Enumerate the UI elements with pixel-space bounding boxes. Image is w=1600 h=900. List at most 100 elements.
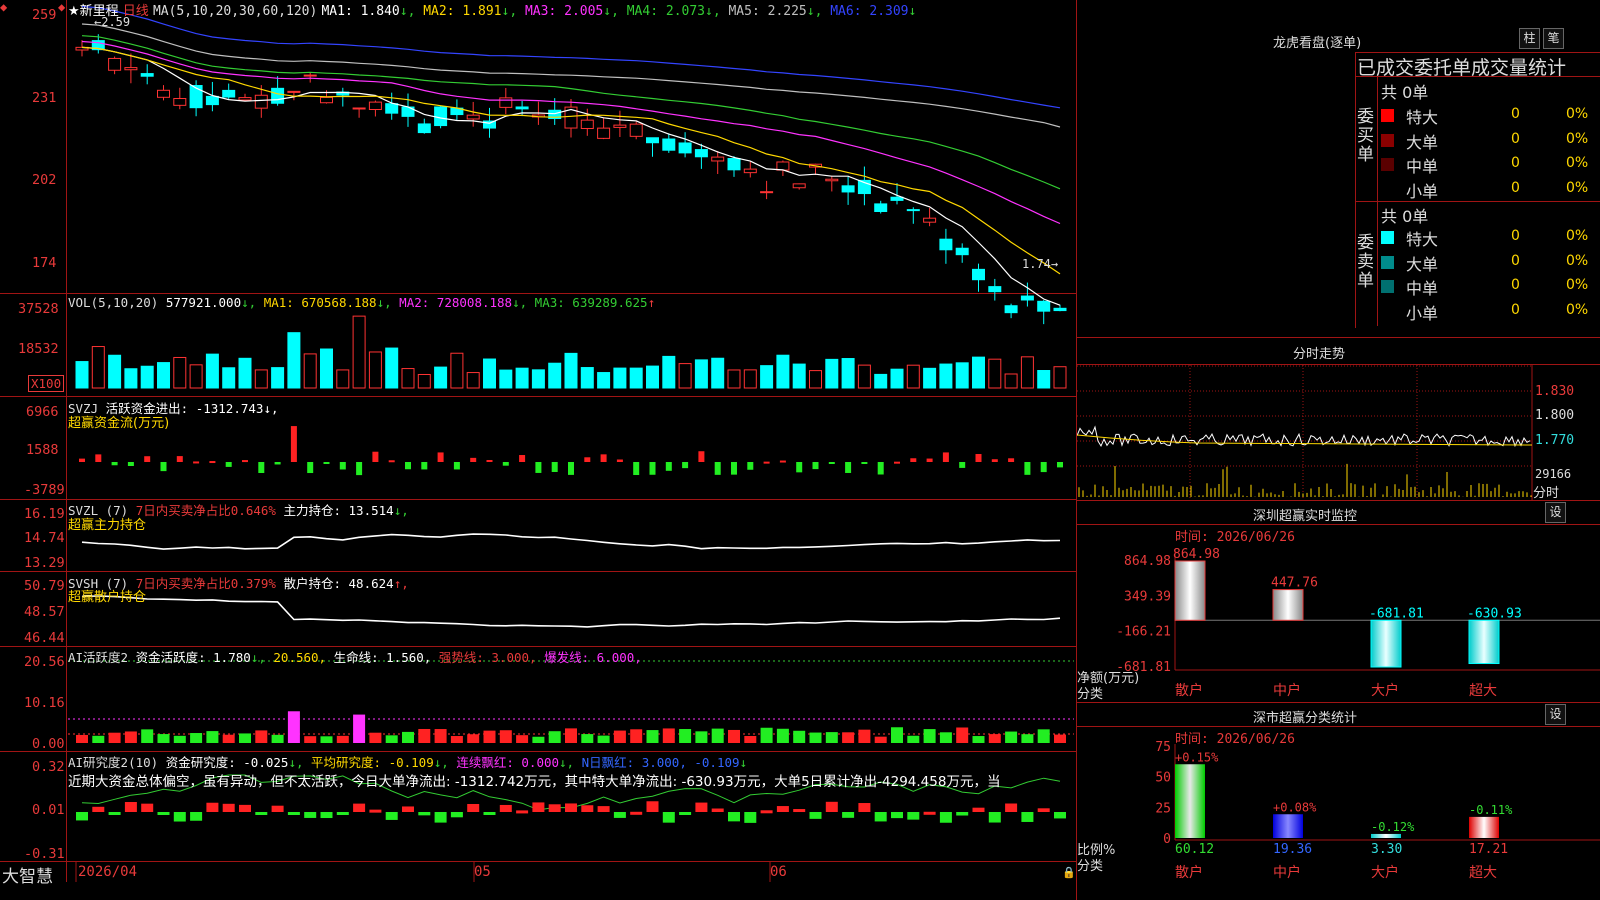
activity-bar	[304, 736, 317, 743]
research-bar	[1037, 808, 1050, 812]
activity-bar	[516, 735, 529, 743]
fund-flow-bar	[910, 458, 917, 462]
ma-value: MA6: 2.309	[822, 4, 909, 19]
candle-body	[743, 168, 757, 174]
y-label: 20.56	[24, 654, 65, 670]
order-count: 0	[1511, 179, 1520, 196]
order-percent: 0%	[1566, 155, 1589, 171]
buy-total: 共 0单	[1381, 83, 1429, 102]
y-label: 50.79	[24, 578, 65, 594]
intraday-chart[interactable]	[1077, 365, 1600, 500]
research-bar	[402, 806, 414, 812]
fund-flow-bar	[812, 462, 819, 470]
high-marker: ←2.59	[94, 15, 131, 29]
fund-flow-bar	[633, 462, 640, 476]
volume-bar	[743, 369, 757, 389]
activity-bar	[483, 730, 496, 743]
candle-body	[173, 98, 187, 106]
kline-charts[interactable]	[0, 0, 1076, 882]
x-label: 05	[474, 864, 491, 880]
fund-flow-bar	[405, 462, 411, 470]
research-bar	[287, 812, 300, 815]
volume-bar	[352, 315, 366, 389]
candle-body	[580, 119, 594, 130]
order-percent: 0%	[1566, 252, 1589, 269]
candle-body	[271, 87, 285, 104]
volume-bar	[874, 373, 888, 389]
volume-bar	[287, 332, 301, 389]
monitor-settings-button[interactable]: 设	[1545, 502, 1566, 523]
sz-monitor-title: 深圳超赢实时监控	[1253, 509, 1358, 524]
volume-bar	[1004, 373, 1018, 389]
research-bar	[809, 812, 822, 819]
volume-bar	[613, 367, 627, 389]
change-label: -0.11%	[1469, 803, 1513, 817]
y-label: 174	[32, 255, 57, 271]
y-label: 13.29	[24, 555, 65, 571]
volume-bar	[906, 364, 920, 389]
research-bar	[1054, 812, 1066, 819]
monitor-axis-sub: 分类	[1077, 687, 1104, 702]
ma-value: MA1: 1.840	[321, 4, 400, 19]
vol-ma-value: MA3: 639289.625	[527, 295, 648, 310]
lock-icon[interactable]: 🔒	[1062, 866, 1076, 879]
stats-bar	[1273, 814, 1303, 838]
candle-body	[1037, 300, 1051, 312]
monitor-value-label: 864.98	[1173, 547, 1220, 562]
brand-logo: 大智慧	[2, 867, 53, 887]
ma-line	[81, 46, 1061, 275]
candle-body	[972, 268, 985, 281]
fund-flow-bar	[551, 462, 558, 472]
fund-flow-bar	[942, 452, 949, 462]
order-size-label: 中单	[1406, 157, 1439, 176]
stats-settings-button[interactable]: 设	[1545, 704, 1566, 725]
research-bar	[157, 812, 170, 815]
tick-mode-button[interactable]: 笔	[1543, 28, 1564, 49]
volume-bar	[401, 368, 415, 389]
chart-area[interactable]: ★新里程 日线 MA(5,10,20,30,60,120) MA1: 1.840…	[0, 0, 1077, 900]
divider	[1077, 524, 1600, 525]
divider	[1355, 201, 1600, 202]
order-color-swatch	[1381, 109, 1394, 122]
volume-bar	[515, 367, 529, 389]
order-size-label: 大单	[1406, 132, 1439, 152]
category-label: 大户	[1371, 682, 1399, 699]
change-label: +0.15%	[1175, 750, 1219, 764]
buy-orders-label: 委买单	[1357, 107, 1374, 165]
bar-mode-button[interactable]: 柱	[1519, 28, 1540, 49]
volume-bar	[890, 368, 904, 389]
research-bar	[548, 804, 561, 812]
activity-bar	[581, 734, 594, 743]
volume-bar	[955, 362, 969, 389]
volume-bar	[792, 363, 806, 389]
stats-bar	[1371, 833, 1401, 838]
y-label: 10.16	[24, 695, 65, 711]
svzj-title: 超赢资金流(万元)	[68, 416, 170, 431]
volume-unit: X100	[28, 375, 65, 392]
category-label: 大户	[1371, 864, 1399, 881]
fund-flow-bar	[845, 462, 852, 473]
fund-flow-bar	[959, 462, 966, 468]
activity-bar	[874, 736, 887, 743]
divider	[1077, 702, 1600, 703]
arrow-icon: ↓,	[512, 295, 528, 310]
activity-bar	[287, 711, 300, 743]
activity-bar	[760, 727, 773, 743]
research-bar	[353, 803, 366, 812]
candle-body	[205, 95, 219, 106]
category-label: 超大	[1469, 683, 1497, 699]
svzl-title: 超赢主力持仓	[68, 518, 147, 533]
volume-bar	[336, 369, 350, 389]
research-bar	[695, 802, 708, 812]
candle-body	[760, 191, 774, 194]
ma-header: MA(5,10,20,30,60,120)	[152, 4, 318, 19]
activity-bar	[776, 728, 789, 743]
candle-body	[124, 67, 138, 71]
fund-flow-bar	[258, 462, 265, 474]
y-label: 14.74	[24, 530, 65, 546]
dragon-title: 龙虎看盘(逐单)	[1273, 36, 1362, 51]
research-bar	[581, 805, 594, 812]
order-count: 0	[1511, 155, 1520, 171]
activity-bar	[369, 732, 382, 743]
fund-flow-bar	[127, 462, 134, 466]
